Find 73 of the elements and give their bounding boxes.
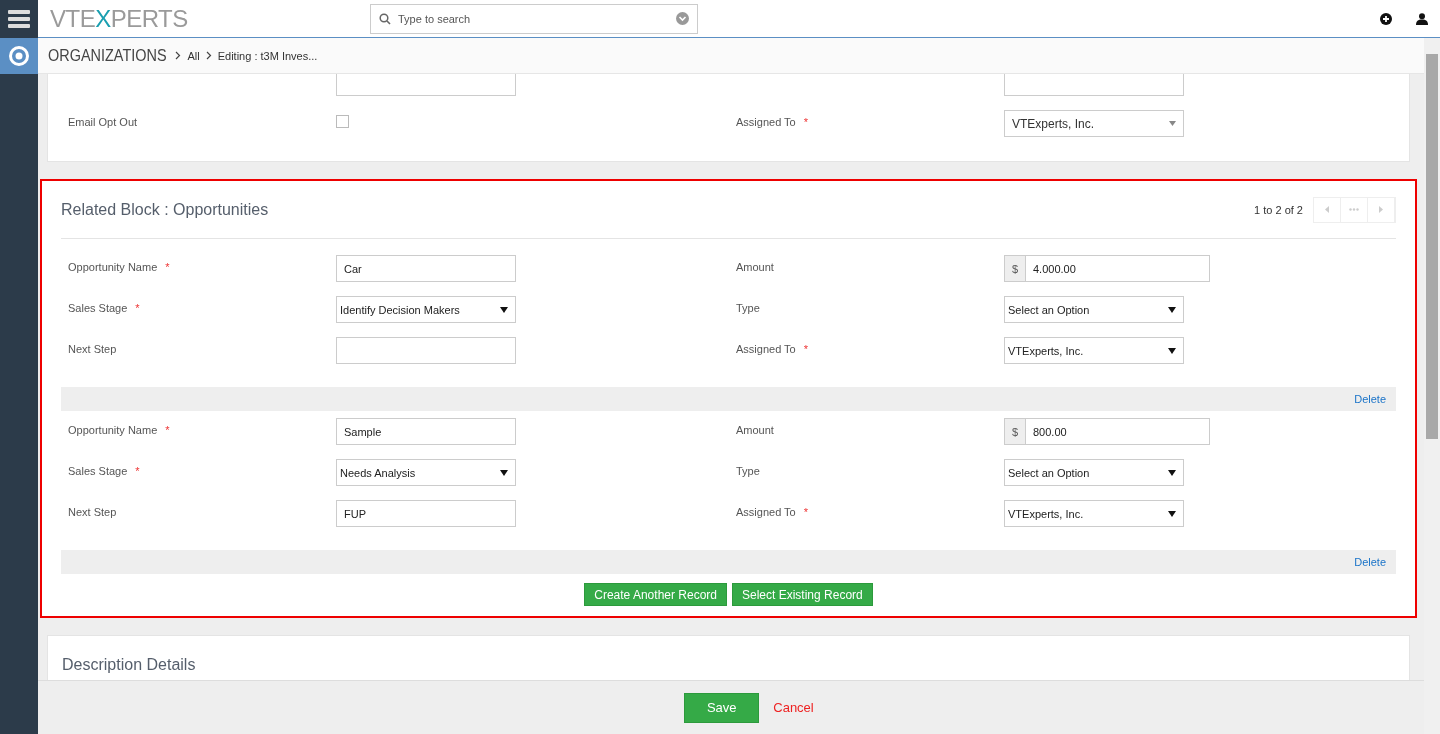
chevron-right-icon (175, 51, 182, 60)
required-mark: * (803, 342, 808, 355)
lifebuoy-icon (8, 45, 30, 67)
delete-link[interactable]: Delete (1354, 556, 1386, 568)
cancel-link[interactable]: Cancel (773, 700, 814, 715)
text-field[interactable]: Sample (336, 418, 516, 445)
dots-icon (1349, 208, 1359, 211)
logo-letters: VTE (50, 4, 96, 33)
select-field[interactable]: Needs Analysis (336, 459, 516, 486)
field-label: Next Step (68, 505, 117, 518)
caret-icon (1169, 121, 1176, 126)
text-field[interactable]: Car (336, 255, 516, 282)
required-mark: * (165, 423, 170, 436)
text-field[interactable] (1004, 74, 1184, 96)
menu-button[interactable] (0, 0, 38, 38)
select-field[interactable]: VTExperts, Inc. (1004, 500, 1184, 527)
currency-symbol: $ (1004, 255, 1026, 282)
breadcrumb-link[interactable]: All (187, 49, 200, 62)
chevron-right-icon (205, 51, 212, 60)
field-label: Opportunity Name (68, 260, 158, 273)
select-field[interactable]: Select an Option (1004, 296, 1184, 323)
text-field[interactable] (336, 74, 516, 96)
required-mark: * (165, 260, 170, 273)
field-label: Type (736, 301, 760, 314)
search-icon (379, 12, 391, 25)
caret-icon (1168, 469, 1176, 476)
field-label: Assigned To (736, 342, 796, 355)
caret-icon (1168, 510, 1176, 517)
caret-icon (500, 306, 508, 313)
block-title: Description Details (62, 655, 197, 674)
field-label: Email Opt Out (68, 115, 138, 128)
module-title[interactable]: ORGANIZATIONS (48, 45, 167, 66)
field-label: Assigned To (736, 505, 796, 518)
checkbox[interactable] (336, 115, 349, 128)
select-field[interactable]: Select an Option (1004, 459, 1184, 486)
required-mark: * (803, 115, 808, 128)
caret-left-icon (1325, 206, 1329, 213)
amount-field[interactable]: 4.000.00 (1026, 255, 1210, 282)
scrollbar-thumb[interactable] (1426, 54, 1438, 439)
caret-icon (1168, 306, 1176, 313)
currency-symbol: $ (1004, 418, 1026, 445)
block-title: Related Block : Opportunities (61, 200, 270, 219)
required-mark: * (135, 464, 140, 477)
required-mark: * (803, 505, 808, 518)
field-label: Sales Stage (68, 301, 128, 314)
text-field[interactable]: FUP (336, 500, 516, 527)
field-label: Assigned To (736, 115, 796, 128)
field-label: Type (736, 464, 760, 477)
caret-right-icon (1379, 206, 1383, 213)
pagination-info: 1 to 2 of 2 (1254, 203, 1303, 216)
caret-icon (500, 469, 508, 476)
search-field[interactable]: Type to search (370, 3, 698, 34)
scrollbar[interactable] (1424, 38, 1440, 734)
select-field[interactable]: VTExperts, Inc. (1004, 337, 1184, 364)
add-icon[interactable] (1380, 12, 1392, 25)
breadcrumb-link[interactable]: Editing : t3M Inves... (217, 49, 318, 62)
select-field[interactable]: VTExperts, Inc. (1004, 110, 1184, 137)
user-icon[interactable] (1416, 12, 1428, 25)
chevron-icon (676, 12, 689, 25)
field-label: Next Step (68, 342, 117, 355)
field-label: Opportunity Name (68, 423, 158, 436)
text-field[interactable] (336, 337, 516, 364)
logo-letters: X (95, 4, 111, 33)
field-label: Sales Stage (68, 464, 128, 477)
logo-letters: PERTS (110, 4, 188, 33)
field-label: Amount (736, 260, 774, 273)
delete-link[interactable]: Delete (1354, 393, 1386, 405)
amount-field[interactable]: 800.00 (1026, 418, 1210, 445)
select-field[interactable]: Identify Decision Makers (336, 296, 516, 323)
caret-icon (1168, 347, 1176, 354)
menu-icon (8, 9, 30, 28)
required-mark: * (135, 301, 140, 314)
field-label: Amount (736, 423, 774, 436)
